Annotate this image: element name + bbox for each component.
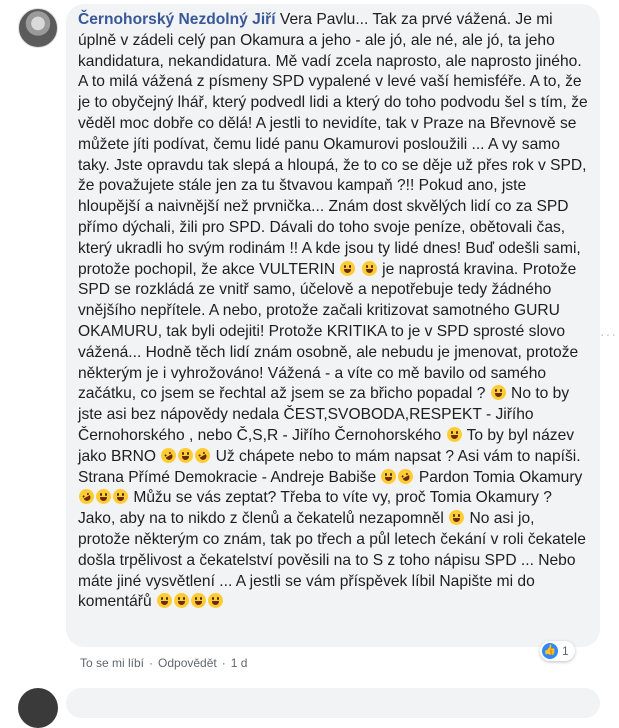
tears-of-joy-emoji-icon: [191, 593, 207, 609]
comment-segment: Vera Pavlu... Tak za prvé vážená. Je mi …: [78, 11, 593, 278]
reply-link[interactable]: Odpovědět: [158, 656, 217, 670]
comment-segment: Pardon Tomia Okamury: [414, 468, 587, 486]
grinning-emoji-icon: [446, 426, 462, 442]
next-comment-bubble: [66, 688, 600, 718]
reaction-count: 1: [562, 644, 569, 658]
tears-of-joy-emoji-icon: [96, 489, 111, 505]
grinning-emoji-icon: [361, 260, 377, 276]
reaction-count-badge[interactable]: 👍 1: [540, 641, 575, 661]
tears-of-joy-emoji-icon: [178, 447, 194, 463]
tears-of-joy-emoji-icon: [381, 468, 397, 484]
rofl-emoji-icon: [192, 444, 214, 466]
more-options-icon[interactable]: ···: [600, 326, 617, 342]
tears-of-joy-emoji-icon: [449, 510, 465, 526]
tears-of-joy-emoji-icon: [157, 593, 173, 609]
separator-dot: ·: [221, 656, 226, 670]
next-comment-avatar[interactable]: [18, 688, 58, 728]
comment-author[interactable]: Černohorský Nezdolný Jiří: [78, 11, 276, 28]
comment-timestamp[interactable]: 1 d: [231, 656, 248, 670]
grinning-emoji-icon: [490, 385, 506, 401]
comment-segment: je naprostá kravina. Protože SPD se rozk…: [78, 260, 583, 403]
tears-of-joy-emoji-icon: [208, 593, 224, 609]
separator-dot: ·: [149, 656, 154, 670]
rofl-emoji-icon: [158, 444, 180, 466]
grinning-emoji-icon: [340, 260, 356, 276]
rofl-emoji-icon: [76, 486, 97, 508]
tears-of-joy-emoji-icon: [113, 489, 128, 505]
tears-of-joy-emoji-icon: [174, 593, 190, 609]
comment-text: Černohorský Nezdolný Jiří Vera Pavlu... …: [76, 10, 588, 613]
author-avatar[interactable]: [18, 8, 58, 48]
comment-actions: To se mi líbí · Odpovědět · 1 d: [80, 656, 247, 670]
like-icon: 👍: [542, 643, 558, 659]
like-link[interactable]: To se mi líbí: [80, 656, 144, 670]
